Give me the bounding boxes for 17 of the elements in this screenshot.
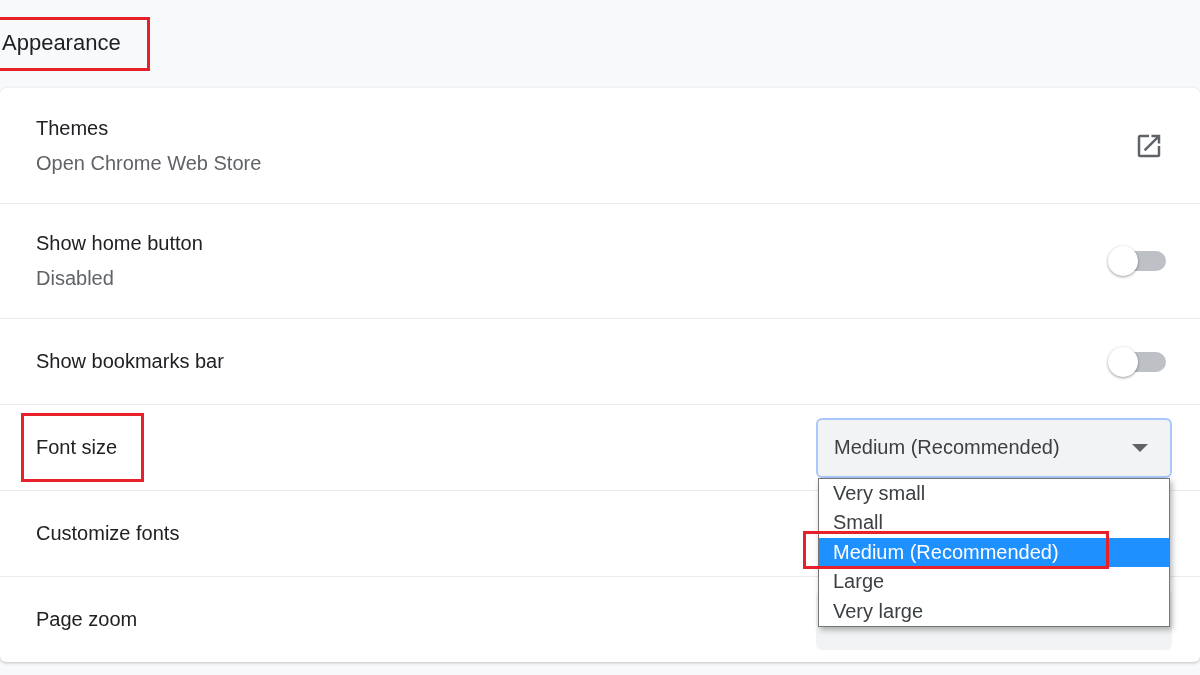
dropdown-option[interactable]: Very small xyxy=(819,478,1169,508)
dropdown-option[interactable]: Very large xyxy=(819,596,1169,626)
caret-icon xyxy=(1132,443,1148,452)
dropdown-option[interactable]: Small xyxy=(819,508,1169,538)
dropdown-select[interactable]: Medium (Recommended) xyxy=(816,417,1172,478)
setting-label: Customize fonts xyxy=(36,522,180,545)
setting-label: Font size xyxy=(24,416,142,479)
toggle-switch[interactable] xyxy=(1108,348,1166,375)
setting-description: Open Chrome Web Store xyxy=(36,151,263,175)
setting-label: Show bookmarks bar xyxy=(36,350,224,373)
dropdown-option[interactable]: Large xyxy=(819,567,1169,597)
toggle-switch[interactable] xyxy=(1108,248,1166,274)
setting-label: Themes xyxy=(36,116,109,140)
section-title: Appearance xyxy=(0,20,147,68)
setting-label: Show home button xyxy=(36,232,203,255)
setting-label: Page zoom xyxy=(36,608,138,631)
setting-description: Disabled xyxy=(36,267,115,290)
